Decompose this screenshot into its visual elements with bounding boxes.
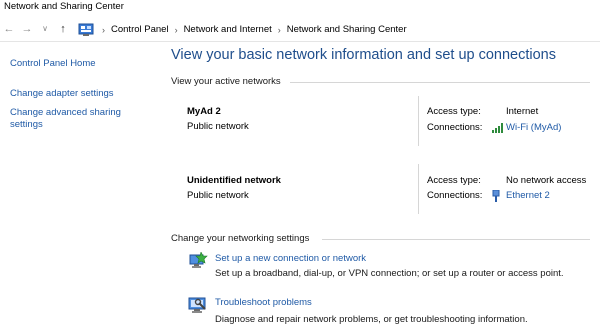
troubleshoot-link[interactable]: Troubleshoot problems [215, 297, 312, 308]
connections-label: Connections: [427, 190, 483, 201]
ethernet-icon [491, 189, 501, 202]
sidebar-change-adapter-settings-link[interactable]: Change adapter settings [10, 88, 114, 100]
section-divider [322, 239, 590, 240]
access-type-value: Internet [506, 106, 539, 117]
window-title-bar: Network and Sharing Center [0, 0, 600, 16]
sidebar-control-panel-home-link[interactable]: Control Panel Home [10, 58, 96, 70]
network-name: Unidentified network [187, 175, 281, 186]
network-category-link[interactable]: Public network [187, 121, 249, 132]
troubleshoot-icon [188, 296, 208, 314]
wifi-connection-link[interactable]: Wi-Fi (MyAd) [506, 122, 561, 133]
ethernet-connection-link[interactable]: Ethernet 2 [506, 190, 550, 201]
breadcrumb-separator-icon[interactable]: › [175, 23, 178, 37]
new-connection-icon [188, 251, 208, 270]
change-settings-heading: Change your networking settings [171, 233, 310, 244]
address-bar: ← → ∨ ↑ › Control Panel › Network and In… [0, 18, 600, 42]
recent-locations-chevron-icon[interactable]: ∨ [38, 21, 52, 37]
page-title: View your basic network information and … [171, 47, 557, 63]
connections-label: Connections: [427, 122, 483, 133]
section-divider [290, 82, 590, 83]
wifi-signal-icon [492, 123, 504, 133]
network-divider [418, 96, 419, 146]
breadcrumb-network-and-sharing-center[interactable]: Network and Sharing Center [287, 23, 407, 37]
access-type-value: No network access [506, 175, 587, 186]
active-networks-heading: View your active networks [171, 76, 281, 87]
breadcrumb-network-and-internet[interactable]: Network and Internet [184, 23, 272, 37]
network-name: MyAd 2 [187, 106, 221, 117]
network-divider [418, 164, 419, 214]
troubleshoot-description: Diagnose and repair network problems, or… [215, 314, 528, 325]
control-panel-icon [78, 22, 94, 37]
back-arrow-icon[interactable]: ← [2, 21, 16, 37]
network-category-link[interactable]: Public network [187, 190, 249, 201]
forward-arrow-icon[interactable]: → [20, 21, 34, 37]
up-arrow-icon[interactable]: ↑ [56, 21, 70, 37]
access-type-label: Access type: [427, 106, 481, 117]
sidebar-change-advanced-sharing-link[interactable]: Change advanced sharing settings [10, 107, 150, 131]
breadcrumb: › Control Panel › Network and Internet ›… [96, 23, 407, 37]
breadcrumb-separator-icon[interactable]: › [278, 23, 281, 37]
breadcrumb-control-panel[interactable]: Control Panel [111, 23, 169, 37]
access-type-label: Access type: [427, 175, 481, 186]
setup-connection-link[interactable]: Set up a new connection or network [215, 253, 366, 264]
breadcrumb-separator-icon: › [102, 25, 105, 35]
setup-connection-description: Set up a broadband, dial-up, or VPN conn… [215, 268, 564, 279]
window-title: Network and Sharing Center [4, 1, 124, 12]
